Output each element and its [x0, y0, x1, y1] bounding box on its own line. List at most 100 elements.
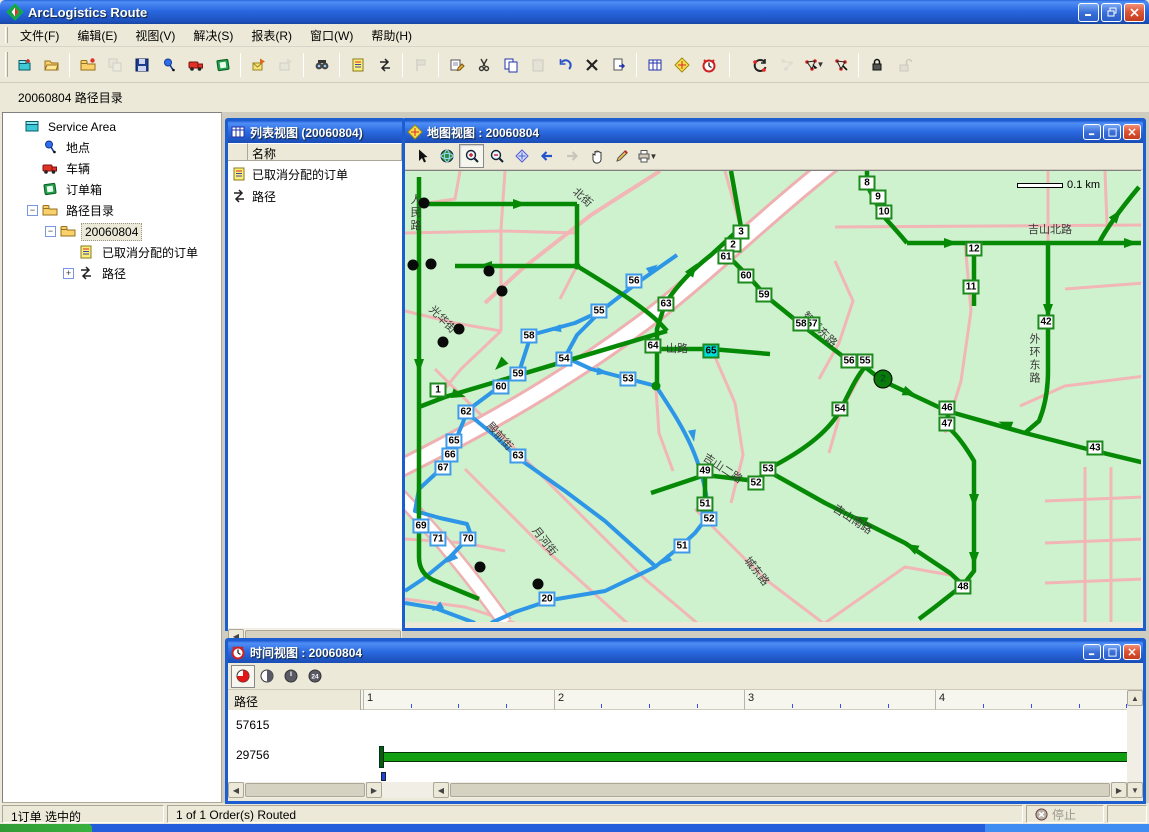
map-stop-green[interactable]: 47 [938, 417, 955, 432]
dropdown-caret-icon[interactable]: ▼ [817, 60, 825, 69]
map-stop-green[interactable]: 54 [831, 402, 848, 417]
map-stop-green[interactable]: 46 [938, 401, 955, 416]
map-stop-green[interactable]: 61 [717, 250, 734, 265]
map-stop-blue[interactable]: 62 [457, 405, 474, 420]
map-minimize-button[interactable] [1083, 124, 1101, 140]
zoom-selected-button[interactable] [509, 144, 534, 168]
route-row-label[interactable]: 29756 [236, 748, 269, 762]
paste-button[interactable] [524, 51, 551, 78]
tree-item[interactable]: +路径 [3, 263, 221, 284]
back-button[interactable] [534, 144, 559, 168]
map-stop-green[interactable]: 43 [1086, 441, 1103, 456]
map-stop-green[interactable]: 10 [875, 205, 892, 220]
routes-button[interactable] [371, 51, 398, 78]
route-row-label[interactable]: 57615 [236, 718, 269, 732]
map-stop-green[interactable]: 59 [755, 288, 772, 303]
draw-button[interactable] [609, 144, 634, 168]
time-close-button[interactable] [1123, 644, 1141, 660]
map-stop-green[interactable]: 9 [870, 190, 887, 205]
list-col-blank[interactable] [228, 143, 248, 160]
time-right-hscrollbar[interactable]: ◀▶ [433, 782, 1127, 798]
location-pin-button[interactable] [155, 51, 182, 78]
export-orders-button[interactable] [272, 51, 299, 78]
map-stop-green[interactable]: 53 [759, 462, 776, 477]
menu-item[interactable]: 报表(R) [242, 24, 301, 47]
toolbar-grip[interactable] [5, 52, 8, 77]
map-stop-blue[interactable]: 55 [590, 304, 607, 319]
unassigned-order-dot[interactable] [408, 260, 419, 271]
list-view-button[interactable] [641, 51, 668, 78]
map-stop-green[interactable]: 8 [859, 176, 876, 191]
clock-full-button[interactable] [279, 665, 303, 688]
tree-expander-minus-icon[interactable]: − [27, 205, 38, 216]
list-view-titlebar[interactable]: 列表视图 (20060804) [228, 121, 402, 143]
map-view-titlebar[interactable]: 地图视图 : 20060804 [405, 121, 1143, 143]
tree-item[interactable]: 车辆 [3, 158, 221, 179]
menu-item[interactable]: 解决(S) [184, 24, 242, 47]
map-stop-blue[interactable]: 63 [509, 449, 526, 464]
time-view-button[interactable] [695, 51, 722, 78]
close-button[interactable] [1124, 3, 1145, 22]
import-orders-button[interactable] [245, 51, 272, 78]
route-gantt-bar[interactable] [383, 752, 1127, 762]
clock-quarter-button[interactable] [231, 665, 255, 688]
tree-item[interactable]: 地点 [3, 137, 221, 158]
unassigned-order-dot[interactable] [419, 198, 430, 209]
orders-book-button[interactable] [209, 51, 236, 78]
tree-item[interactable]: Service Area [3, 116, 221, 137]
map-maximize-button[interactable] [1103, 124, 1121, 140]
clock-half-button[interactable] [255, 665, 279, 688]
time-vscrollbar[interactable]: ▲▼ [1127, 690, 1143, 798]
build-routes-button[interactable] [746, 51, 773, 78]
map-stop-green[interactable]: 42 [1037, 315, 1054, 330]
restore-button[interactable] [1101, 3, 1122, 22]
map-stop-blue[interactable]: 70 [459, 532, 476, 547]
map-stop-blue[interactable]: 67 [434, 461, 451, 476]
map-stop-blue[interactable]: 53 [619, 372, 636, 387]
map-stop-green[interactable]: 58 [792, 317, 809, 332]
map-stop-blue[interactable]: 51 [673, 539, 690, 554]
taskbar-sliver[interactable] [0, 824, 1149, 832]
print-button[interactable]: ▼ [634, 144, 659, 168]
unassigned-order-dot[interactable] [497, 286, 508, 297]
unassigned-order-dot[interactable] [533, 579, 544, 590]
map-stop-green[interactable]: 60 [737, 269, 754, 284]
map-stop-blue[interactable]: 58 [520, 329, 537, 344]
tree-item[interactable]: −20060804 [3, 221, 221, 242]
map-stop-green[interactable]: 1 [430, 383, 447, 398]
map-stop-blue[interactable]: 52 [700, 512, 717, 527]
unassigned-order-dot[interactable] [484, 266, 495, 277]
new-project-button[interactable] [11, 51, 38, 78]
time-maximize-button[interactable] [1103, 644, 1121, 660]
tree-item[interactable]: −路径目录 [3, 200, 221, 221]
find-button[interactable] [308, 51, 335, 78]
undo-button[interactable] [551, 51, 578, 78]
dropdown-caret-icon[interactable]: ▼ [650, 152, 658, 161]
time-indicator[interactable] [381, 772, 386, 781]
map-canvas[interactable]: 北街人民路光华街吉山北路智溪东路外环东路山路吉山二路吉山南路城东路月河街殿前街5… [405, 170, 1141, 622]
time-view-titlebar[interactable]: 时间视图 : 20060804 [228, 641, 1143, 663]
map-stop-green[interactable]: 48 [954, 580, 971, 595]
map-stop-blue[interactable]: 56 [625, 274, 642, 289]
tree-expander-plus-icon[interactable]: + [63, 268, 74, 279]
new-folder-button[interactable] [74, 51, 101, 78]
unassigned-order-dot[interactable] [475, 562, 486, 573]
copy-button[interactable] [497, 51, 524, 78]
paste-special-button[interactable] [605, 51, 632, 78]
zoom-out-button[interactable] [484, 144, 509, 168]
map-stop-green[interactable]: 49 [696, 464, 713, 479]
menu-item[interactable]: 编辑(E) [68, 24, 126, 47]
stop-button[interactable]: 停止 [1026, 805, 1104, 823]
vehicle-button[interactable] [182, 51, 209, 78]
unlock-button[interactable] [890, 51, 917, 78]
map-stop-blue[interactable]: 54 [555, 352, 572, 367]
zoom-in-button[interactable] [459, 144, 484, 168]
time-column-header[interactable]: 路径 [228, 690, 361, 710]
map-stop-green[interactable]: 64 [644, 339, 661, 354]
assign-orders-button[interactable]: ▼ [800, 51, 827, 78]
minimize-button[interactable] [1078, 3, 1099, 22]
start-button-edge[interactable] [0, 824, 92, 832]
menu-item[interactable]: 视图(V) [126, 24, 184, 47]
sequence-button[interactable] [773, 51, 800, 78]
menu-grip[interactable] [5, 27, 8, 42]
